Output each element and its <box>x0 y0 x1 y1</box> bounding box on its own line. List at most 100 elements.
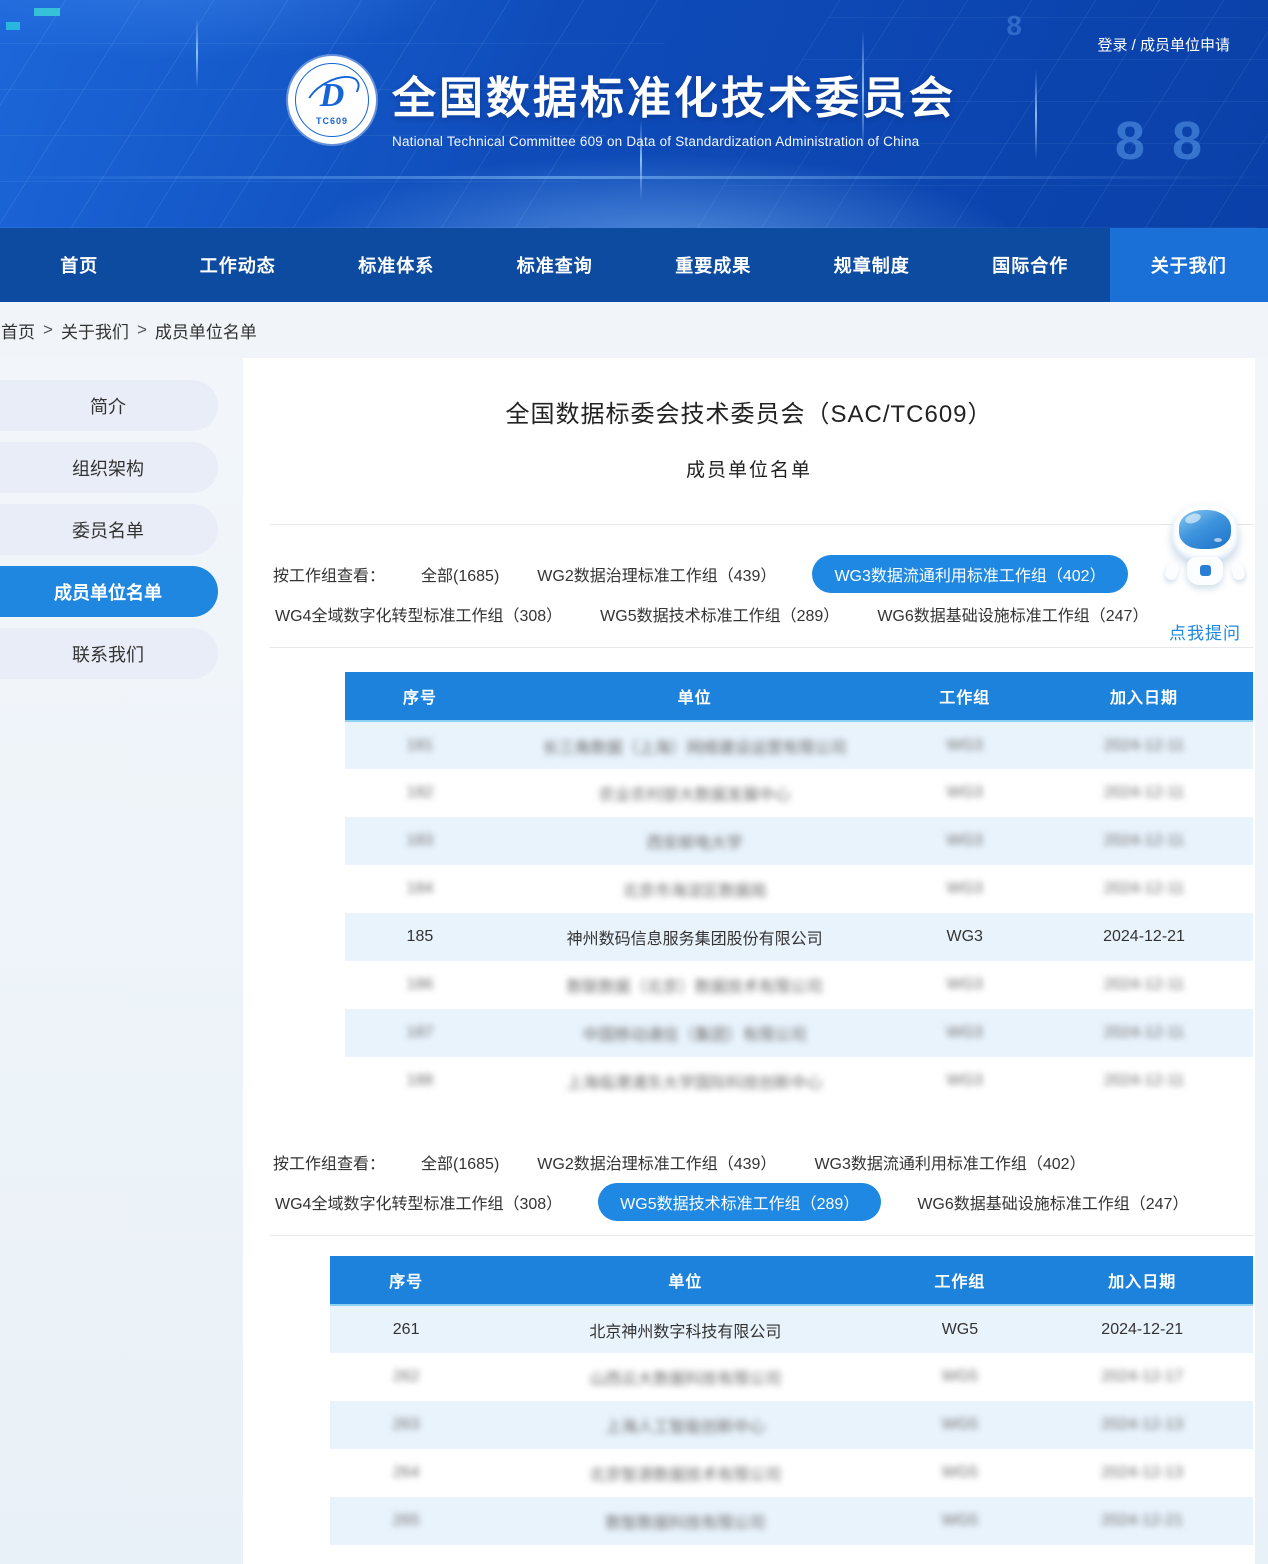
page-body: 简介 组织架构 委员名单 成员单位名单 联系我们 全国数据标委会技术委员会（SA… <box>0 358 1268 1564</box>
breadcrumb: 首页 > 关于我们 > 成员单位名单 <box>0 302 1268 358</box>
cell-workgroup: WG5 <box>888 1401 1031 1449</box>
cell-unit: 中国移动通信（集团）有限公司 <box>495 1009 895 1057</box>
cell-unit: 北京智源数据技术有限公司 <box>482 1449 888 1497</box>
member-units-table-wg5: 序号 单位 工作组 加入日期 261 北京神州数字科技有限公司 WG5 2024… <box>330 1256 1253 1545</box>
tc609-logo: D TC609 <box>288 56 376 144</box>
header-no: 序号 <box>345 672 495 721</box>
site-brand: D TC609 全国数据标准化技术委员会 National Technical … <box>288 56 956 149</box>
cell-unit: 山西云大数据科技有限公司 <box>482 1353 888 1401</box>
filter1-chip-wg5[interactable]: WG5数据技术标准工作组（289） <box>598 595 841 633</box>
filter-row: WG4全域数字化转型标准工作组（308） WG5数据技术标准工作组（289） W… <box>273 595 1255 633</box>
cell-no: 182 <box>345 769 495 817</box>
filter1-chip-wg6[interactable]: WG6数据基础设施标准工作组（247） <box>875 595 1150 633</box>
cell-no: 181 <box>345 721 495 769</box>
assistant-widget[interactable]: 点我提问 <box>1157 504 1253 644</box>
table-row: 264 北京智源数据技术有限公司 WG5 2024-12-13 <box>330 1449 1253 1497</box>
table-header-row: 序号 单位 工作组 加入日期 <box>345 672 1253 721</box>
table-row: 184 北京市海淀区数据局 WG3 2024-12-11 <box>345 865 1253 913</box>
cell-join-date: 2024-12-11 <box>1035 1057 1253 1105</box>
header-workgroup: 工作组 <box>894 672 1035 721</box>
cell-unit: 数智数据科技有限公司 <box>482 1497 888 1545</box>
cell-join-date: 2024-12-21 <box>1035 913 1253 961</box>
divider <box>270 1235 1253 1236</box>
breadcrumb-home[interactable]: 首页 <box>1 318 35 343</box>
content-panel: 全国数据标委会技术委员会（SAC/TC609） 成员单位名单 点我提问 按工作组… <box>243 358 1255 1564</box>
tc609-logo-inner: D TC609 <box>295 63 369 137</box>
table-row: 186 数联数据（北京）数据技术有限公司 WG3 2024-12-11 <box>345 961 1253 1009</box>
cell-join-date: 2024-12-11 <box>1035 769 1253 817</box>
nav-item-international[interactable]: 国际合作 <box>951 228 1110 302</box>
filter2-chip-wg6[interactable]: WG6数据基础设施标准工作组（247） <box>915 1183 1190 1221</box>
banner-digits-decoration: 8 <box>1006 10 1028 42</box>
cell-no: 187 <box>345 1009 495 1057</box>
filter-row: 按工作组查看： 全部(1685) WG2数据治理标准工作组（439） WG3数据… <box>273 555 1255 593</box>
cell-no: 262 <box>330 1353 482 1401</box>
site-title-chinese: 全国数据标准化技术委员会 <box>392 62 956 126</box>
breadcrumb-current: 成员单位名单 <box>155 318 257 343</box>
login-apply-link[interactable]: 登录 / 成员单位申请 <box>1097 34 1230 55</box>
cell-join-date: 2024-12-11 <box>1035 961 1253 1009</box>
banner-beam-decoration <box>0 176 1268 179</box>
filter1-chip-all[interactable]: 全部(1685) <box>419 555 501 593</box>
cell-workgroup: WG5 <box>888 1305 1031 1353</box>
filter2-chip-wg5[interactable]: WG5数据技术标准工作组（289） <box>598 1183 881 1221</box>
member-units-table-wg3: 序号 单位 工作组 加入日期 181 长三角数据（上海）网络建设运营有限公司 W… <box>345 672 1253 1105</box>
cell-workgroup: WG5 <box>888 1353 1031 1401</box>
table-row: 182 农业农村部大数据发展中心 WG3 2024-12-11 <box>345 769 1253 817</box>
cell-unit: 农业农村部大数据发展中心 <box>495 769 895 817</box>
filter2-chip-wg4[interactable]: WG4全域数字化转型标准工作组（308） <box>273 1183 564 1221</box>
header-banner: 8 8 8 登录 / 成员单位申请 D TC609 全国数据标准化技术委员会 N… <box>0 0 1268 228</box>
filter2-chip-wg3[interactable]: WG3数据流通利用标准工作组（402） <box>812 1143 1087 1181</box>
sidebar-item-org-structure[interactable]: 组织架构 <box>0 442 218 493</box>
nav-item-about-us[interactable]: 关于我们 <box>1110 228 1268 302</box>
header-unit: 单位 <box>482 1256 888 1305</box>
assistant-label[interactable]: 点我提问 <box>1157 619 1253 644</box>
filter1-chip-wg4[interactable]: WG4全域数字化转型标准工作组（308） <box>273 595 564 633</box>
nav-item-home[interactable]: 首页 <box>0 228 159 302</box>
breadcrumb-about[interactable]: 关于我们 <box>61 318 129 343</box>
filter1-chip-wg3[interactable]: WG3数据流通利用标准工作组（402） <box>812 555 1127 593</box>
cell-unit: 上海人工智能创新中心 <box>482 1401 888 1449</box>
cell-no: 184 <box>345 865 495 913</box>
robot-arm-icon <box>1164 561 1180 581</box>
table-row: 261 北京神州数字科技有限公司 WG5 2024-12-21 <box>330 1305 1253 1353</box>
table-row: 185 神州数码信息服务集团股份有限公司 WG3 2024-12-21 <box>345 913 1253 961</box>
robot-body-icon <box>1187 557 1223 585</box>
nav-item-regulations[interactable]: 规章制度 <box>793 228 952 302</box>
sidebar-item-committee-list[interactable]: 委员名单 <box>0 504 218 555</box>
header-join-date: 加入日期 <box>1035 672 1253 721</box>
cell-unit: 神州数码信息服务集团股份有限公司 <box>495 913 895 961</box>
nav-item-key-results[interactable]: 重要成果 <box>634 228 793 302</box>
banner-line-decoration <box>1035 70 1037 160</box>
banner-tick-decoration <box>6 22 20 30</box>
table-row: 265 数智数据科技有限公司 WG5 2024-12-21 <box>330 1497 1253 1545</box>
filter2-chip-wg2[interactable]: WG2数据治理标准工作组（439） <box>535 1143 778 1181</box>
cell-workgroup: WG3 <box>894 961 1035 1009</box>
filter-prefix-label: 按工作组查看： <box>273 1150 385 1174</box>
nav-item-standard-search[interactable]: 标准查询 <box>476 228 635 302</box>
cell-no: 261 <box>330 1305 482 1353</box>
filter-prefix-label: 按工作组查看： <box>273 562 385 586</box>
workgroup-filter-1: 按工作组查看： 全部(1685) WG2数据治理标准工作组（439） WG3数据… <box>273 555 1255 633</box>
sidebar-item-member-units[interactable]: 成员单位名单 <box>0 566 218 617</box>
cell-no: 264 <box>330 1449 482 1497</box>
nav-item-work-news[interactable]: 工作动态 <box>159 228 318 302</box>
table-row: 263 上海人工智能创新中心 WG5 2024-12-13 <box>330 1401 1253 1449</box>
filter2-chip-all[interactable]: 全部(1685) <box>419 1143 501 1181</box>
divider <box>270 647 1253 648</box>
sidebar-item-contact-us[interactable]: 联系我们 <box>0 628 218 679</box>
table-header-row: 序号 单位 工作组 加入日期 <box>330 1256 1253 1305</box>
cell-workgroup: WG5 <box>888 1449 1031 1497</box>
cell-no: 185 <box>345 913 495 961</box>
filter1-chip-wg2[interactable]: WG2数据治理标准工作组（439） <box>535 555 778 593</box>
cell-no: 186 <box>345 961 495 1009</box>
sidebar-item-intro[interactable]: 简介 <box>0 380 218 431</box>
cell-workgroup: WG3 <box>894 721 1035 769</box>
site-title-english: National Technical Committee 609 on Data… <box>392 134 956 149</box>
cell-join-date: 2024-12-17 <box>1031 1353 1253 1401</box>
cell-workgroup: WG3 <box>894 865 1035 913</box>
site-titles: 全国数据标准化技术委员会 National Technical Committe… <box>392 56 956 149</box>
cell-workgroup: WG3 <box>894 913 1035 961</box>
cell-no: 183 <box>345 817 495 865</box>
nav-item-standard-system[interactable]: 标准体系 <box>317 228 476 302</box>
